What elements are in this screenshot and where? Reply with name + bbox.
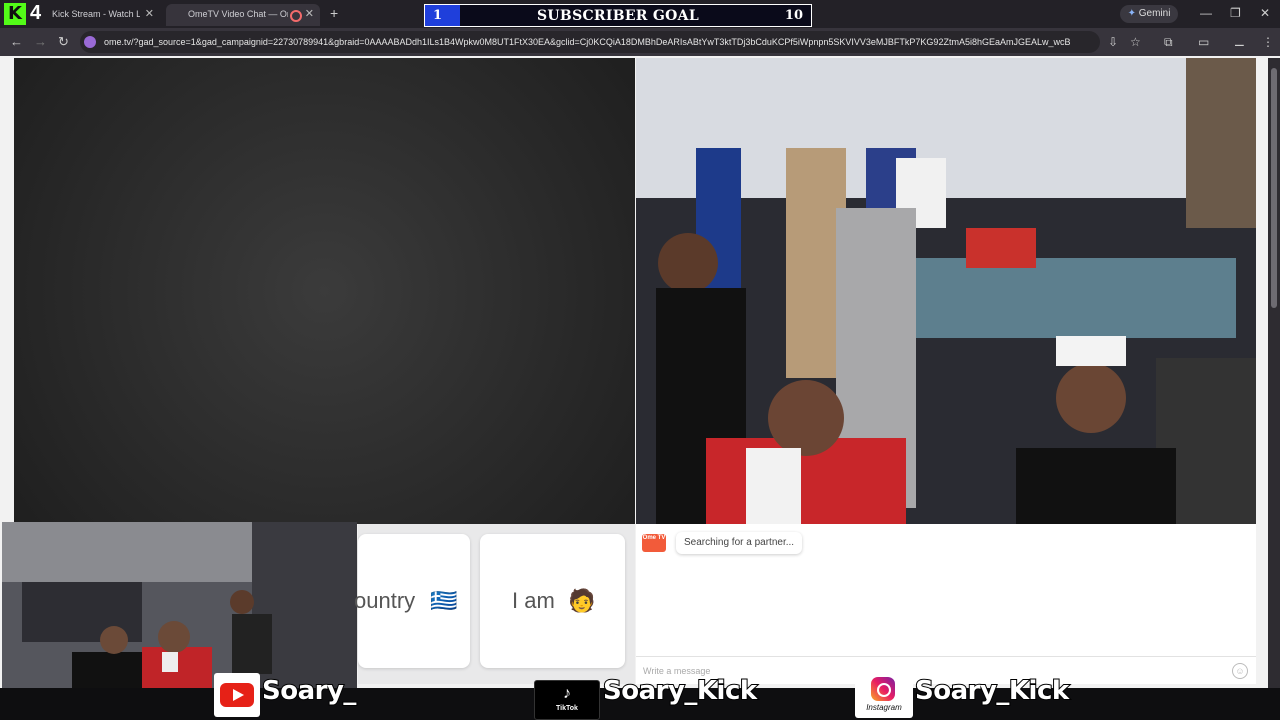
- self-camera-video: [636, 58, 1256, 524]
- recording-icon: [290, 10, 302, 22]
- goal-end-value: 10: [784, 8, 803, 23]
- webcam-scene-image: [2, 522, 357, 690]
- ometv-logo-icon: Ome TV: [642, 534, 666, 552]
- tiktok-icon: ♪ TikTok: [534, 680, 600, 720]
- instagram-handle: Soary_Kick: [914, 675, 1070, 707]
- profile-icon[interactable]: ⚊: [1234, 35, 1245, 49]
- gemini-button[interactable]: ✦ Gemini: [1120, 5, 1178, 23]
- kick-logo-icon: K: [4, 3, 26, 25]
- gender-filter-button[interactable]: I am 🧑: [480, 534, 625, 668]
- browser-toolbar: ← → ↻ ome.tv/?gad_source=1&gad_campaigni…: [0, 28, 1280, 56]
- menu-icon[interactable]: ⋮: [1262, 35, 1274, 49]
- instagram-icon-label: Instagram: [866, 703, 902, 712]
- room-scene-image: [636, 58, 1256, 524]
- address-bar[interactable]: ome.tv/?gad_source=1&gad_campaignid=2273…: [80, 31, 1100, 53]
- youtube-icon: [214, 673, 260, 717]
- partner-video-placeholder: [14, 58, 635, 524]
- install-app-icon[interactable]: ⇩: [1108, 35, 1118, 49]
- browser-tab-bar: K 4 Kick Stream - Watch Live ✕ OmeTV Vid…: [0, 0, 1280, 28]
- tab-ometv[interactable]: OmeTV Video Chat — Ome ✕: [166, 4, 320, 26]
- country-filter-button[interactable]: ountry 🇬🇷: [354, 534, 470, 668]
- instagram-icon: Instagram: [855, 672, 913, 718]
- reload-icon[interactable]: ↻: [58, 34, 69, 50]
- youtube-handle: Soary_: [261, 675, 357, 707]
- country-filter-label: ountry: [354, 588, 416, 613]
- close-tab-icon[interactable]: ✕: [305, 4, 314, 24]
- sparkle-icon: ✦: [1127, 8, 1136, 19]
- tab-title: Kick Stream - Watch Live: [52, 9, 140, 19]
- extensions-icon[interactable]: ⧉: [1164, 35, 1173, 50]
- bookmark-star-icon[interactable]: ☆: [1130, 35, 1141, 49]
- greece-flag-icon: 🇬🇷: [430, 588, 458, 613]
- restore-icon[interactable]: ❐: [1230, 6, 1241, 20]
- person-emoji-icon: 🧑: [568, 588, 596, 613]
- site-info-icon[interactable]: [84, 36, 96, 48]
- chat-panel: Ome TV Searching for a partner... Write …: [636, 524, 1256, 684]
- filter-panel: ountry 🇬🇷 I am 🧑: [354, 524, 635, 684]
- subscriber-goal-bar: 1 SUBSCRIBER GOAL 10: [424, 4, 812, 27]
- tab-title: OmeTV Video Chat — Ome: [188, 9, 288, 19]
- message-placeholder: Write a message: [643, 666, 711, 676]
- back-icon[interactable]: ←: [10, 34, 23, 49]
- goal-title: SUBSCRIBER GOAL: [537, 8, 699, 24]
- gemini-label: Gemini: [1138, 8, 1171, 19]
- tab-kick-stream[interactable]: Kick Stream - Watch Live ✕: [48, 4, 160, 26]
- streamer-webcam-overlay: [2, 522, 357, 690]
- searching-status: Searching for a partner...: [676, 532, 803, 554]
- minimize-icon[interactable]: —: [1200, 6, 1212, 20]
- forward-icon[interactable]: →: [34, 34, 47, 49]
- emoji-icon[interactable]: ☺: [1232, 663, 1248, 679]
- close-tab-icon[interactable]: ✕: [145, 4, 154, 24]
- sidebar-icon[interactable]: ▭: [1198, 35, 1209, 49]
- scrollbar-thumb[interactable]: [1271, 68, 1277, 308]
- tiktok-handle: Soary_Kick: [602, 675, 758, 707]
- gender-filter-label: I am: [512, 588, 555, 613]
- viewer-count: 4: [30, 2, 42, 24]
- new-tab-button[interactable]: +: [330, 5, 338, 21]
- close-window-icon[interactable]: ✕: [1260, 6, 1270, 20]
- tiktok-icon-label: TikTok: [556, 705, 578, 712]
- page-scrollbar[interactable]: [1268, 58, 1280, 688]
